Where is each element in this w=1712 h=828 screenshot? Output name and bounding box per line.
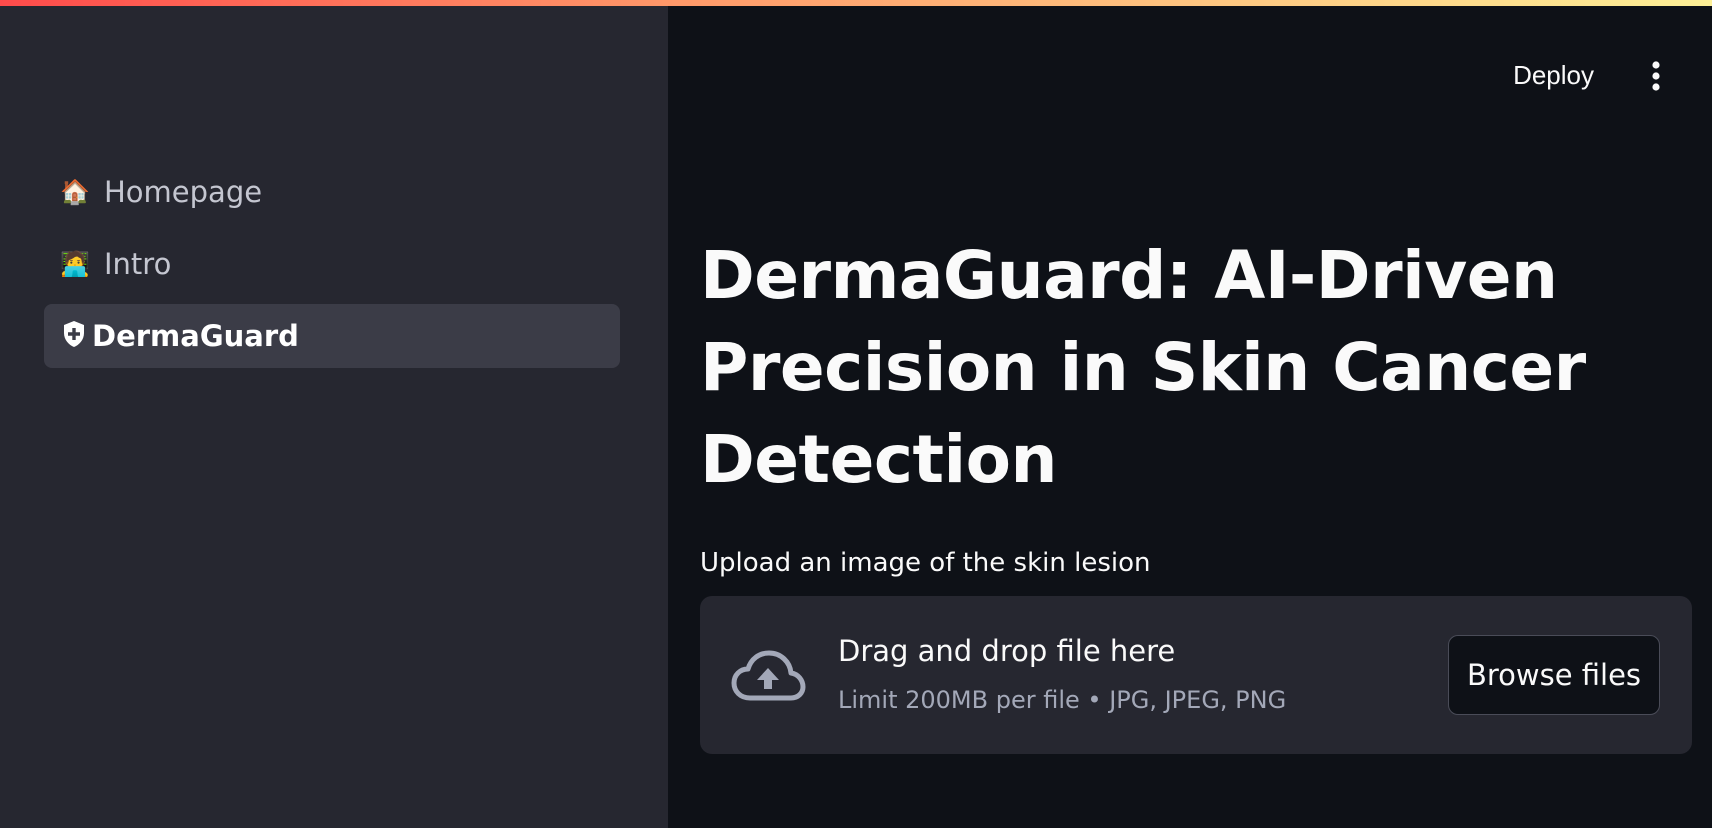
browse-files-button[interactable]: Browse files (1448, 635, 1660, 715)
sidebar-nav: 🏠 Homepage 🧑‍💻 Intro DermaGuard (44, 160, 620, 376)
sidebar-item-label: DermaGuard (92, 319, 299, 353)
house-icon: 🏠 (60, 178, 90, 206)
uploader-label: Upload an image of the skin lesion (700, 548, 1151, 578)
main-menu-button[interactable] (1640, 54, 1672, 98)
cloud-upload-icon (731, 650, 806, 701)
dropzone-limit-text: Limit 200MB per file • JPG, JPEG, PNG (838, 686, 1287, 714)
sidebar-item-dermaguard[interactable]: DermaGuard (44, 304, 620, 368)
dropzone-instructions: Drag and drop file here Limit 200MB per … (838, 634, 1286, 714)
top-header: Deploy (668, 6, 1712, 146)
header-decoration-bar (0, 0, 1712, 6)
main-content: DermaGuard: AI-Driven Precision in Skin … (700, 230, 1694, 754)
technologist-icon: 🧑‍💻 (60, 250, 90, 278)
sidebar-item-intro[interactable]: 🧑‍💻 Intro (44, 232, 620, 296)
vertical-ellipsis-icon (1652, 61, 1660, 91)
deploy-button[interactable]: Deploy (1507, 52, 1600, 99)
sidebar-item-label: Homepage (104, 175, 263, 209)
file-dropzone[interactable]: Drag and drop file here Limit 200MB per … (700, 596, 1692, 754)
sidebar-item-label: Intro (104, 247, 172, 281)
page-title: DermaGuard: AI-Driven Precision in Skin … (700, 237, 1586, 498)
dropzone-title: Drag and drop file here (838, 634, 1176, 668)
shield-plus-icon (60, 320, 88, 352)
sidebar: 🏠 Homepage 🧑‍💻 Intro DermaGuard (0, 0, 668, 828)
app-root: 🏠 Homepage 🧑‍💻 Intro DermaGuard Deploy (0, 0, 1712, 828)
sidebar-item-homepage[interactable]: 🏠 Homepage (44, 160, 620, 224)
